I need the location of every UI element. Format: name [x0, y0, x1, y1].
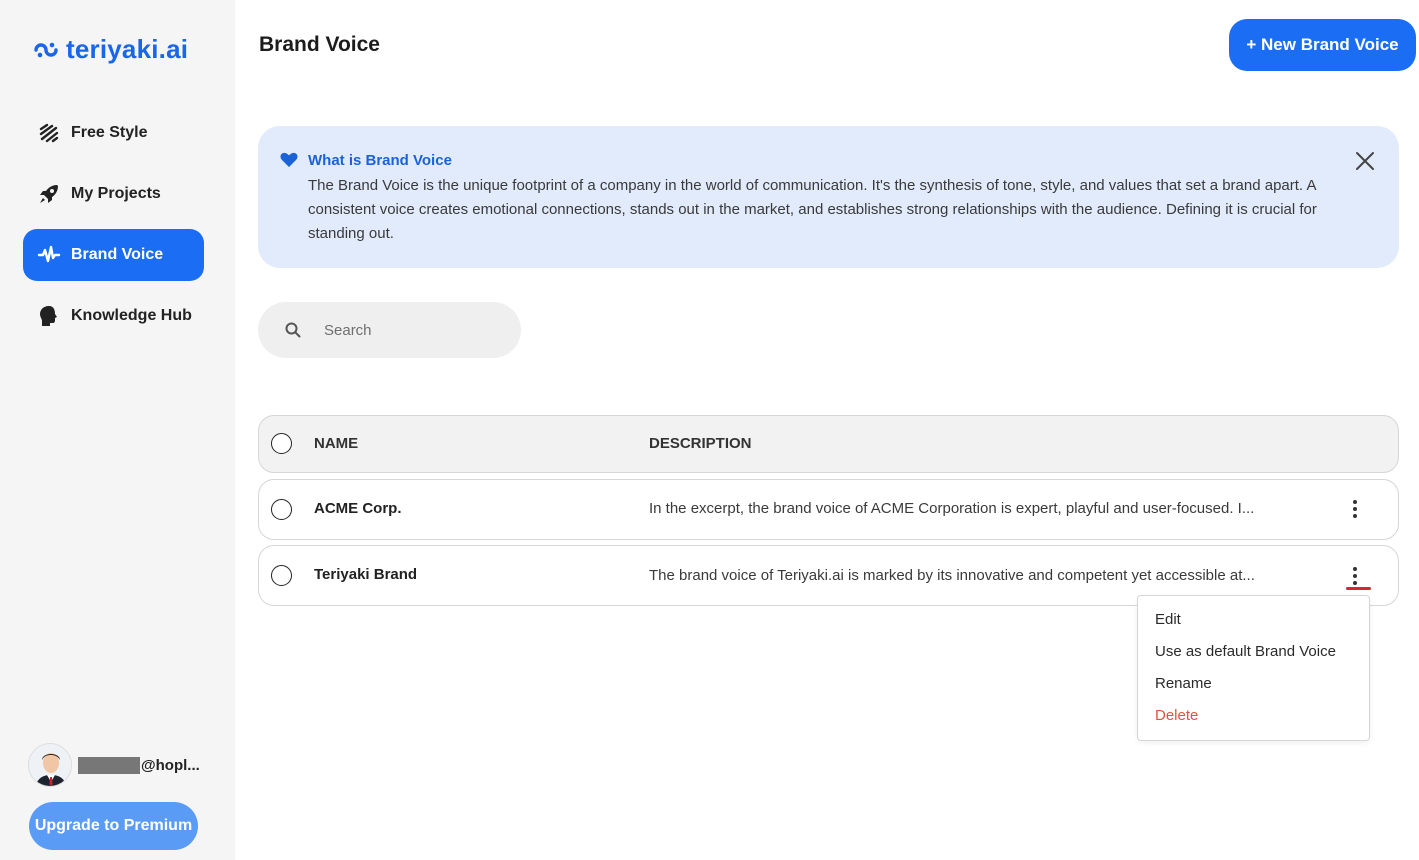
- more-options-icon[interactable]: [1345, 496, 1365, 522]
- menu-item-edit[interactable]: Edit: [1138, 604, 1369, 636]
- sidebar-item-my-projects[interactable]: My Projects: [23, 168, 204, 220]
- info-title: What is Brand Voice: [308, 152, 452, 169]
- logo[interactable]: teriyaki.ai: [32, 34, 188, 65]
- info-text: The Brand Voice is the unique footprint …: [308, 177, 1317, 242]
- teriyaki-logo-icon: [34, 42, 58, 57]
- logo-text: teriyaki.ai: [66, 34, 189, 64]
- context-menu: Edit Use as default Brand Voice Rename D…: [1137, 595, 1370, 741]
- avatar: [28, 743, 72, 787]
- info-banner: What is Brand Voice The Brand Voice is t…: [258, 126, 1399, 268]
- redaction-block: [78, 756, 140, 774]
- table-header: NAME DESCRIPTION: [258, 415, 1399, 473]
- sidebar-item-label: Brand Voice: [71, 246, 164, 263]
- app-root: teriyaki.ai Free Style My Projects Brand…: [0, 0, 1419, 860]
- row-select-radio[interactable]: [271, 499, 292, 520]
- active-indicator: [1346, 587, 1371, 590]
- heart-icon: [280, 152, 298, 167]
- menu-item-rename[interactable]: Rename: [1138, 668, 1369, 700]
- row-description: The brand voice of Teriyaki.ai is marked…: [649, 567, 1255, 584]
- row-description: In the excerpt, the brand voice of ACME …: [649, 500, 1255, 517]
- sidebar-item-free-style[interactable]: Free Style: [23, 107, 204, 159]
- page-title: Brand Voice: [259, 33, 380, 56]
- sidebar-item-label: Free Style: [71, 124, 148, 141]
- row-name: Teriyaki Brand: [314, 566, 418, 583]
- more-options-icon[interactable]: [1345, 563, 1365, 589]
- column-header-description: DESCRIPTION: [649, 435, 752, 452]
- row-select-radio[interactable]: [271, 565, 292, 586]
- upgrade-button[interactable]: Upgrade to Premium: [29, 802, 198, 850]
- search-input[interactable]: [324, 321, 504, 339]
- rocket-icon: [37, 182, 61, 206]
- column-header-name: NAME: [314, 435, 359, 452]
- sidebar-nav: Free Style My Projects Brand Voice Knowl…: [23, 107, 204, 351]
- menu-item-use-as-default[interactable]: Use as default Brand Voice: [1138, 636, 1369, 668]
- menu-item-delete[interactable]: Delete: [1138, 700, 1369, 732]
- search-icon: [285, 322, 301, 338]
- sidebar-item-label: Knowledge Hub: [71, 307, 192, 324]
- row-name: ACME Corp.: [314, 500, 402, 517]
- new-brand-voice-button[interactable]: + New Brand Voice: [1229, 19, 1416, 71]
- table-row[interactable]: ACME Corp. In the excerpt, the brand voi…: [258, 479, 1399, 540]
- select-all-radio[interactable]: [271, 433, 292, 454]
- close-icon[interactable]: [1354, 150, 1376, 172]
- user-email-text: @hopl...: [141, 756, 200, 774]
- sidebar-item-brand-voice[interactable]: Brand Voice: [23, 229, 204, 281]
- head-icon: [37, 304, 61, 328]
- scribble-icon: [37, 121, 61, 145]
- sidebar: teriyaki.ai Free Style My Projects Brand…: [0, 0, 235, 860]
- user-email: @hopl...: [78, 756, 200, 774]
- search-box: [258, 302, 521, 358]
- user-profile[interactable]: @hopl...: [28, 743, 200, 787]
- waveform-icon: [37, 243, 61, 267]
- sidebar-item-label: My Projects: [71, 185, 161, 202]
- sidebar-item-knowledge-hub[interactable]: Knowledge Hub: [23, 290, 204, 342]
